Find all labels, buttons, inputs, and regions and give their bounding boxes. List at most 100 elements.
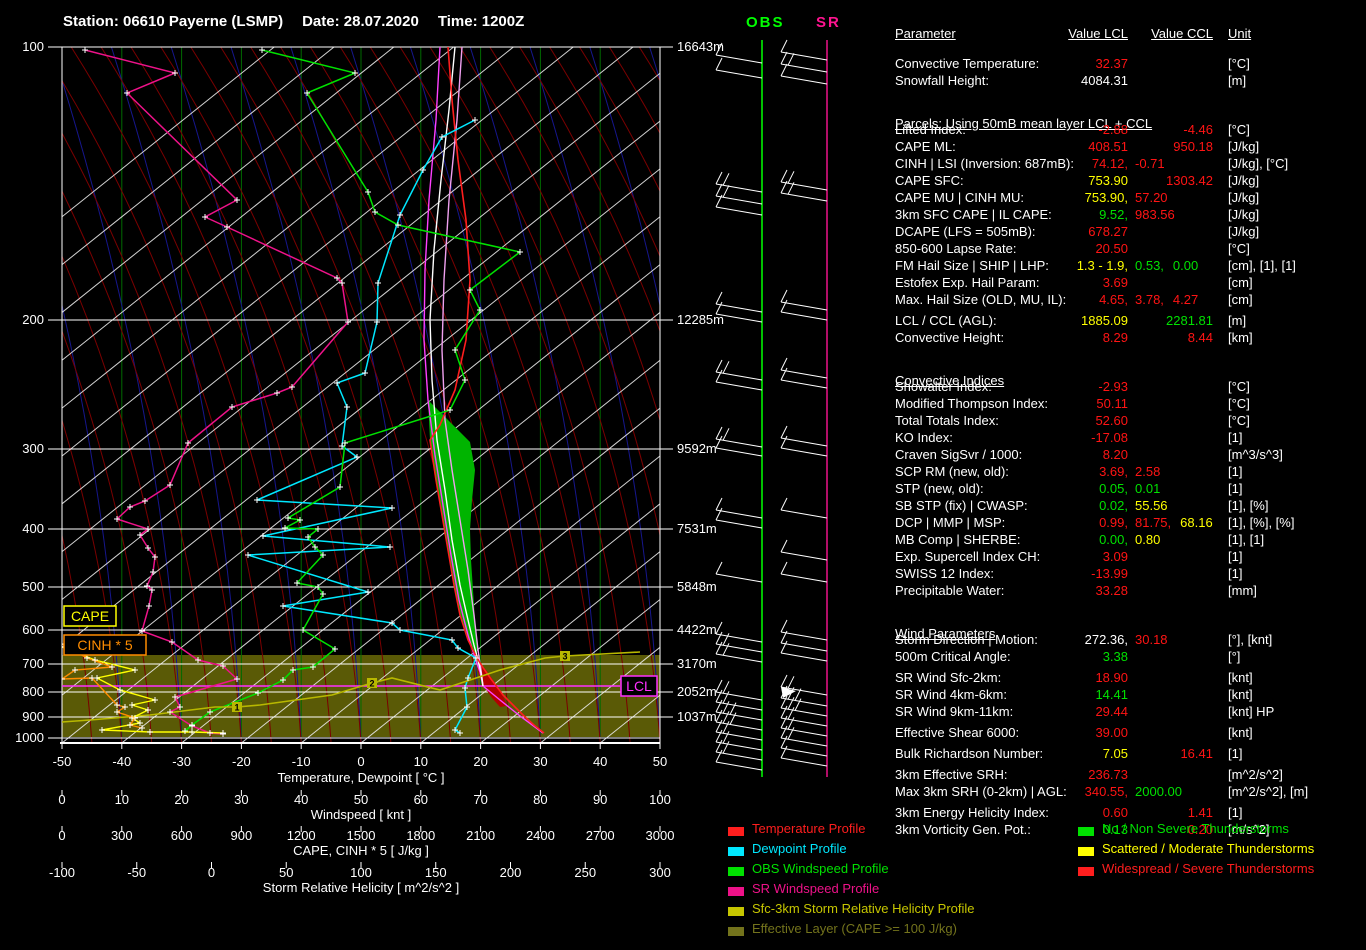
tick-label: 70 <box>473 792 487 807</box>
param-label: SWISS 12 Index: <box>895 566 994 581</box>
value-part: 1.41 <box>1188 805 1213 820</box>
tick-label: -10 <box>292 754 311 769</box>
value-part: 9.52, <box>1099 207 1128 222</box>
param-value-lcl: -2.93 <box>981 379 1128 394</box>
param-unit: [°C] <box>1228 56 1250 71</box>
param-value-lcl: 4084.31 <box>981 73 1128 88</box>
param-row: Bulk Richardson Number:7.0516.41[1] <box>881 746 1366 762</box>
header-parameter: Parameter <box>895 26 956 41</box>
tick-label: -100 <box>49 865 75 880</box>
obs-wind-column <box>716 40 762 777</box>
param-value-inline: 983.56 <box>1135 207 1184 222</box>
param-unit: [m] <box>1228 313 1246 328</box>
value-part: 8.44 <box>1188 330 1213 345</box>
value-part: 950.18 <box>1173 139 1213 154</box>
param-value-inline: 30.18 <box>1135 632 1177 647</box>
param-row: Effective Shear 6000:39.00[knt] <box>881 725 1366 741</box>
value-part: 0.00 <box>1173 258 1198 273</box>
legend-swatch <box>728 887 744 896</box>
param-value-lcl: 0.05, <box>981 481 1128 496</box>
value-part: 1.3 - 1.9, <box>1077 258 1128 273</box>
param-row: Max. Hail Size (OLD, MU, IL):4.65,3.78,4… <box>881 292 1366 308</box>
param-row: Total Totals Index:52.60[°C] <box>881 413 1366 429</box>
value-part: 0.00, <box>1099 532 1128 547</box>
legend-swatch <box>728 907 744 916</box>
value-part: 33.28 <box>1095 583 1128 598</box>
param-value-ccl: 1303.42 <box>1133 173 1213 188</box>
param-unit: [1] <box>1228 746 1242 761</box>
height-label: 7531m <box>677 521 717 536</box>
param-row: DCAPE (LFS = 505mB):678.27[J/kg] <box>881 224 1366 240</box>
pressure-label: 100 <box>22 39 44 54</box>
param-unit: [m^2/s^2], [m] <box>1228 784 1308 799</box>
param-unit: [cm], [1], [1] <box>1228 258 1296 273</box>
param-row: STP (new, old):0.05,0.01[1] <box>881 481 1366 497</box>
param-row: CAPE MU | CINH MU:753.90,57.20[J/kg] <box>881 190 1366 206</box>
value-part: 0.60 <box>1103 805 1128 820</box>
param-unit: [°C] <box>1228 396 1250 411</box>
axis-title: Windspeed [ knt ] <box>311 807 411 822</box>
srh-axis: -100-50050100150200250300Storm Relative … <box>49 862 671 895</box>
param-unit: [m^2/s^2] <box>1228 767 1283 782</box>
param-label: Lifted Index: <box>895 122 966 137</box>
lcl-badge-label: LCL <box>626 678 652 694</box>
param-row: SR Wind 9km-11km:29.44[knt] HP <box>881 704 1366 720</box>
legend-label: Scattered / Moderate Thunderstorms <box>1102 841 1314 856</box>
param-value-ccl: 950.18 <box>1133 139 1213 154</box>
param-value-ccl: 2281.81 <box>1133 313 1213 328</box>
value-part: 4.65, <box>1099 292 1128 307</box>
param-value-lcl: 18.90 <box>981 670 1128 685</box>
pressure-label: 400 <box>22 521 44 536</box>
height-label: 16643m <box>677 39 724 54</box>
param-value-lcl: 74.12, <box>981 156 1128 171</box>
legend-swatch <box>728 927 744 936</box>
pressure-label: 900 <box>22 709 44 724</box>
param-row: Convective Height:8.298.44[km] <box>881 330 1366 346</box>
param-unit: [1] <box>1228 464 1242 479</box>
tick-label: 2100 <box>466 828 495 843</box>
value-part: -2.88 <box>1098 122 1128 137</box>
svg-text:2: 2 <box>369 679 374 689</box>
param-value-lcl: 3.69 <box>981 275 1128 290</box>
value-part: -13.99 <box>1091 566 1128 581</box>
param-value-inline: 0.01 <box>1135 481 1169 496</box>
tick-label: 250 <box>574 865 596 880</box>
legend-swatch <box>728 847 744 856</box>
tick-label: 1500 <box>347 828 376 843</box>
param-row: Lifted Index:-2.88-4.46[°C] <box>881 122 1366 138</box>
pressure-label: 600 <box>22 622 44 637</box>
param-value-lcl: 50.11 <box>981 396 1128 411</box>
value-part: 29.44 <box>1095 704 1128 719</box>
value-part: -2.93 <box>1098 379 1128 394</box>
param-row: 3km Energy Helicity Index:0.601.41[1] <box>881 805 1366 821</box>
param-unit: [1], [1] <box>1228 532 1264 547</box>
value-part: 0.05, <box>1099 481 1128 496</box>
param-row: CAPE ML:408.51950.18[J/kg] <box>881 139 1366 155</box>
cape-badge-label: CAPE <box>71 608 109 624</box>
legend-swatch <box>728 867 744 876</box>
tick-label: 60 <box>414 792 428 807</box>
skewt-svg: 100200300400500600700800900100016643m122… <box>0 0 880 950</box>
height-axis: 16643m12285m9592m7531m5848m4422m3170m205… <box>660 39 724 724</box>
param-value-lcl: 14.41 <box>981 687 1128 702</box>
cinh-badge-label: CINH * 5 <box>77 637 132 653</box>
param-unit: [1] <box>1228 805 1242 820</box>
param-value-lcl: 0.99, <box>981 515 1128 530</box>
param-value-lcl: 3.38 <box>981 649 1128 664</box>
param-unit: [mm] <box>1228 583 1257 598</box>
param-unit: [J/kg] <box>1228 207 1259 222</box>
param-label: CAPE SFC: <box>895 173 964 188</box>
value-part: 0.01 <box>1135 481 1160 496</box>
param-unit: [m] <box>1228 73 1246 88</box>
param-unit: [cm] <box>1228 292 1253 307</box>
param-unit: [°] <box>1228 649 1240 664</box>
param-unit: [°C] <box>1228 122 1250 137</box>
param-row: Craven SigSvr / 1000:8.20[m^3/s^3] <box>881 447 1366 463</box>
legend-swatch <box>1078 867 1094 876</box>
value-part: 2281.81 <box>1166 313 1213 328</box>
param-unit: [knt] HP <box>1228 704 1274 719</box>
height-label: 3170m <box>677 656 717 671</box>
value-part: 74.12, <box>1092 156 1128 171</box>
pressure-label: 1000 <box>15 730 44 745</box>
param-unit: [J/kg] <box>1228 190 1259 205</box>
